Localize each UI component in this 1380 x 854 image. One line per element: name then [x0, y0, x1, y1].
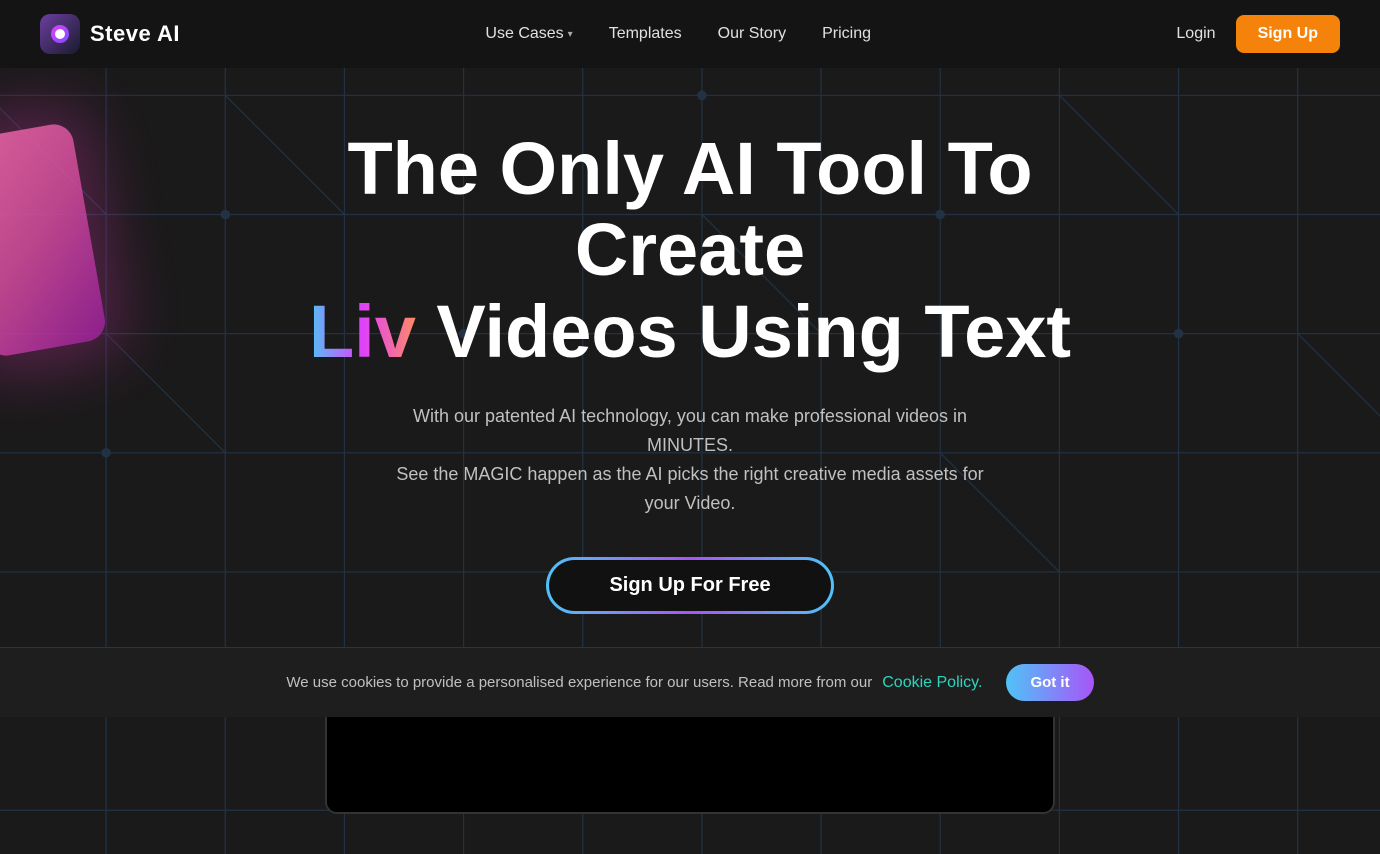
cookie-message: We use cookies to provide a personalised… [286, 674, 872, 691]
navbar: Steve AI Use Cases ▾ Templates Our Story… [0, 0, 1380, 68]
nav-auth: Login Sign Up [1176, 15, 1340, 53]
hero-title-liv: Liv [309, 290, 416, 373]
cookie-policy-link[interactable]: Cookie Policy. [882, 674, 982, 692]
hero-title: The Only AI Tool To Create Liv Videos Us… [240, 128, 1140, 372]
hero-subtitle-line2: See the MAGIC happen as the AI picks the… [396, 464, 983, 513]
nav-links: Use Cases ▾ Templates Our Story Pricing [485, 25, 871, 43]
hero-title-part2: Videos Using Text [436, 290, 1071, 373]
logo-eye [55, 29, 65, 39]
hero-subtitle-line1: With our patented AI technology, you can… [413, 406, 967, 455]
cta-wrapper[interactable]: Sign Up For Free [546, 557, 833, 614]
chevron-down-icon: ▾ [568, 29, 573, 40]
hero-title-part1: The Only AI Tool To Create [347, 127, 1032, 291]
signup-button[interactable]: Sign Up [1236, 15, 1340, 53]
cookie-banner: We use cookies to provide a personalised… [0, 647, 1380, 717]
brand-name: Steve AI [90, 21, 180, 47]
got-it-button[interactable]: Got it [1006, 664, 1093, 701]
hero-section: The Only AI Tool To Create Liv Videos Us… [0, 68, 1380, 854]
logo-icon [40, 14, 80, 54]
nav-use-cases[interactable]: Use Cases ▾ [485, 25, 572, 43]
signup-free-button[interactable]: Sign Up For Free [549, 560, 830, 611]
nav-templates[interactable]: Templates [609, 25, 682, 43]
logo-area[interactable]: Steve AI [40, 14, 180, 54]
login-button[interactable]: Login [1176, 25, 1215, 43]
nav-our-story[interactable]: Our Story [718, 25, 786, 43]
hero-subtitle: With our patented AI technology, you can… [390, 402, 990, 517]
nav-pricing[interactable]: Pricing [822, 25, 871, 43]
